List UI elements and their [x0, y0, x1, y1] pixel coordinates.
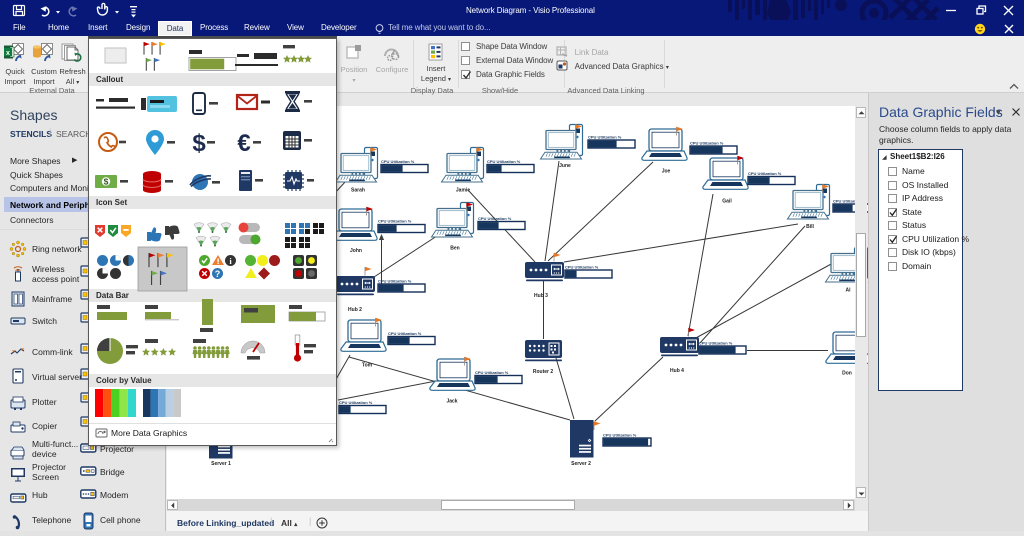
svg-text:x: x: [6, 50, 10, 57]
svg-text:Router 2: Router 2: [533, 369, 554, 375]
svg-text:Hub 2: Hub 2: [348, 307, 362, 313]
svg-text:CPU Utilization %: CPU Utilization %: [381, 159, 415, 164]
svg-text:Sarah: Sarah: [351, 188, 365, 194]
svg-text:Ben: Ben: [450, 246, 459, 252]
svg-text:CPU Utilization %: CPU Utilization %: [378, 219, 412, 224]
svg-text:Bill: Bill: [806, 224, 814, 230]
svg-text:CPU Utilization %: CPU Utilization %: [378, 279, 412, 284]
svg-text:?: ?: [215, 269, 221, 279]
svg-text:$: $: [104, 177, 109, 187]
svg-text:Tom: Tom: [362, 363, 373, 369]
svg-text:Hub 4: Hub 4: [670, 368, 684, 374]
svg-text:Server 1: Server 1: [211, 461, 231, 467]
svg-text:Joe: Joe: [662, 169, 671, 175]
svg-text:John: John: [350, 248, 362, 254]
svg-text:CPU Utilization %: CPU Utilization %: [588, 135, 622, 140]
svg-text:CPU Utilization %: CPU Utilization %: [475, 370, 509, 375]
svg-text:June: June: [559, 163, 571, 169]
svg-text:CPU Utilization %: CPU Utilization %: [478, 216, 512, 221]
svg-text:Jamie: Jamie: [456, 188, 470, 194]
svg-text:CPU Utilization %: CPU Utilization %: [748, 171, 782, 176]
svg-text:CPU Utilization %: CPU Utilization %: [690, 141, 724, 146]
svg-text:Hub 3: Hub 3: [534, 293, 548, 299]
svg-text:Gail: Gail: [722, 199, 732, 205]
svg-text:CPU Utilization %: CPU Utilization %: [699, 341, 733, 346]
svg-text:CPU Utilization %: CPU Utilization %: [487, 159, 521, 164]
svg-text:Al: Al: [846, 288, 852, 294]
svg-text:CPU Utilization %: CPU Utilization %: [565, 265, 599, 270]
svg-text:€: €: [237, 130, 250, 157]
svg-text:CPU Utilization %: CPU Utilization %: [603, 433, 637, 438]
svg-text:Don: Don: [842, 371, 852, 377]
svg-text:CPU Utilization %: CPU Utilization %: [339, 400, 373, 405]
svg-text:Jack: Jack: [446, 399, 457, 405]
svg-text:$: $: [192, 130, 206, 157]
svg-text:Server 2: Server 2: [571, 461, 591, 467]
svg-text:CPU Utilization %: CPU Utilization %: [388, 331, 422, 336]
